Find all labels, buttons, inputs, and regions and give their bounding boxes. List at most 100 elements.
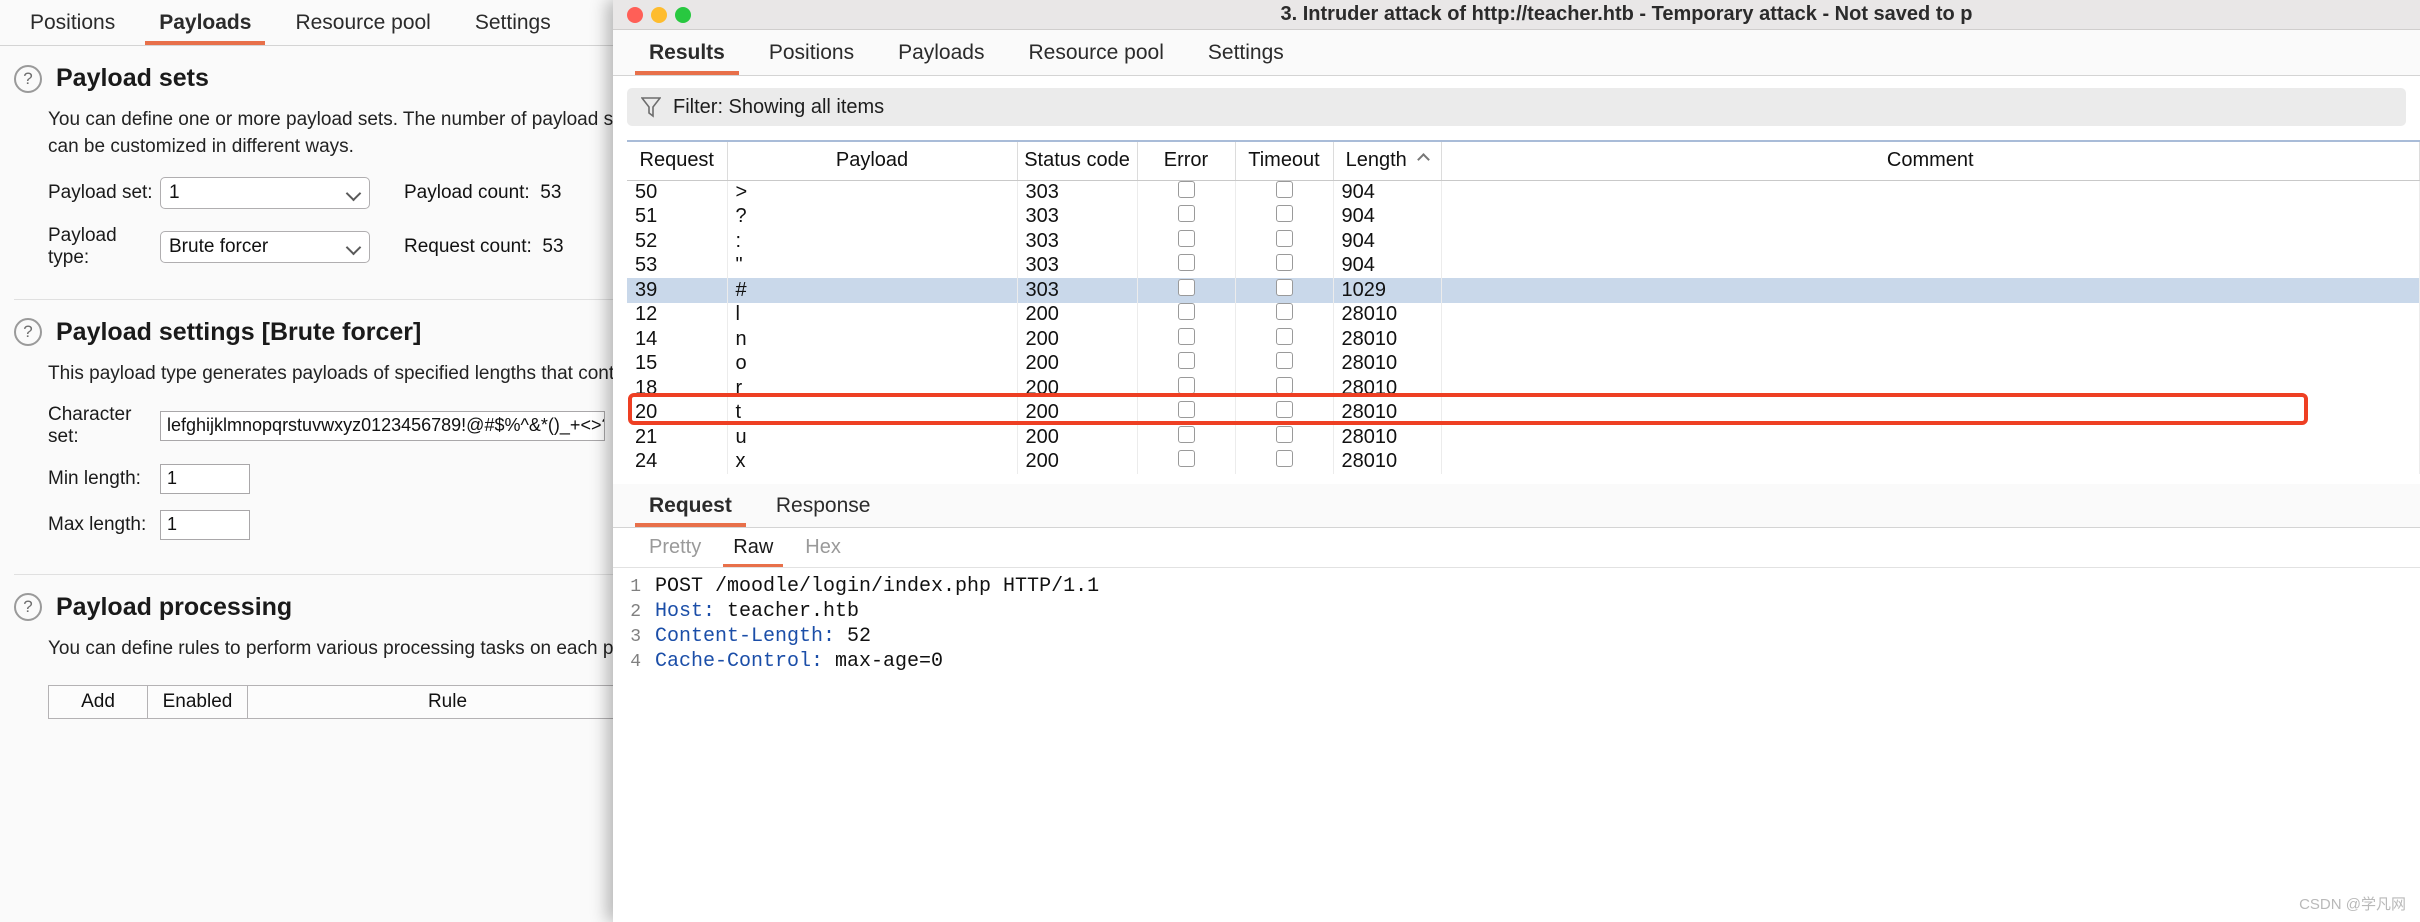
cell-comment bbox=[1441, 351, 2420, 376]
tab-response[interactable]: Response bbox=[754, 484, 893, 527]
error-checkbox[interactable] bbox=[1177, 181, 1195, 198]
timeout-checkbox[interactable] bbox=[1275, 254, 1293, 272]
rule-column-header[interactable]: Rule bbox=[248, 684, 648, 719]
table-row[interactable]: 14 n 200 28010 bbox=[627, 327, 2420, 352]
filter-bar[interactable]: Filter: Showing all items bbox=[627, 88, 2406, 126]
funnel-icon bbox=[641, 97, 661, 118]
payload-type-dropdown[interactable]: Brute forcer bbox=[160, 230, 370, 263]
error-checkbox[interactable] bbox=[1177, 254, 1195, 272]
cell-timeout bbox=[1235, 449, 1334, 474]
cell-timeout bbox=[1235, 302, 1334, 327]
table-row[interactable]: 39 #303 1029 bbox=[627, 278, 2420, 303]
request-code-viewer[interactable]: 1 POST /moodle/login/index.php HTTP/1.1 2 H… bbox=[613, 568, 2420, 674]
back-tab-payloads[interactable]: Payloads bbox=[137, 0, 273, 45]
back-tab-resource-pool[interactable]: Resource pool bbox=[273, 0, 452, 45]
column-header-comment[interactable]: Comment bbox=[1441, 142, 2420, 181]
error-checkbox[interactable] bbox=[1177, 303, 1195, 321]
error-checkbox[interactable] bbox=[1177, 450, 1195, 468]
sort-ascending-icon bbox=[1417, 153, 1431, 167]
charset-value: lefghijklmnopqrstuvwxyz0123456789!@#$%^&… bbox=[167, 415, 605, 436]
payload-type-value: Brute forcer bbox=[169, 235, 269, 257]
payload-set-dropdown[interactable]: 1 bbox=[160, 176, 370, 209]
timeout-checkbox[interactable] bbox=[1275, 205, 1293, 223]
timeout-checkbox[interactable] bbox=[1275, 278, 1293, 296]
help-icon[interactable]: ? bbox=[14, 318, 42, 347]
table-row[interactable]: 50 >303 904 bbox=[627, 180, 2420, 205]
timeout-checkbox[interactable] bbox=[1275, 327, 1293, 345]
column-header-error[interactable]: Error bbox=[1137, 142, 1236, 181]
table-row[interactable]: 15 o 200 28010 bbox=[627, 351, 2420, 376]
cell-error bbox=[1137, 449, 1236, 474]
tab-settings[interactable]: Settings bbox=[1186, 30, 1306, 75]
cell-length: 904 bbox=[1333, 204, 1442, 229]
view-tab-raw[interactable]: Raw bbox=[717, 528, 789, 567]
view-tab-hex[interactable]: Hex bbox=[789, 528, 857, 567]
column-header-timeout[interactable]: Timeout bbox=[1235, 142, 1334, 181]
timeout-checkbox[interactable] bbox=[1275, 229, 1293, 247]
tab-request[interactable]: Request bbox=[627, 484, 754, 527]
cell-status-code: 200 bbox=[1017, 327, 1138, 352]
error-checkbox[interactable] bbox=[1177, 327, 1195, 345]
table-row[interactable]: 53 " 303 904 bbox=[627, 253, 2420, 278]
cell-request: 12 bbox=[627, 302, 728, 327]
enabled-column-header[interactable]: Enabled bbox=[148, 684, 248, 719]
max-length-input[interactable]: 1 bbox=[160, 509, 250, 540]
error-checkbox[interactable] bbox=[1177, 425, 1195, 443]
table-row[interactable]: 21 u 200 28010 bbox=[627, 425, 2420, 450]
timeout-checkbox[interactable] bbox=[1275, 425, 1293, 443]
help-icon[interactable]: ? bbox=[14, 64, 42, 93]
results-table: Request Payload Status code Error Timeou… bbox=[627, 142, 2420, 474]
cell-length: 28010 bbox=[1333, 449, 1442, 474]
cell-error bbox=[1137, 180, 1236, 205]
code-text: Content-Length: 52 bbox=[655, 625, 872, 648]
table-row[interactable]: 52:303 904 bbox=[627, 229, 2420, 254]
column-header-payload[interactable]: Payload bbox=[727, 142, 1018, 181]
cell-length: 1029 bbox=[1333, 278, 1442, 303]
cell-request: 52 bbox=[627, 229, 728, 254]
table-row[interactable]: 18 r 200 28010 bbox=[627, 376, 2420, 401]
cell-comment bbox=[1441, 400, 2420, 425]
timeout-checkbox[interactable] bbox=[1275, 181, 1293, 198]
min-length-input[interactable]: 1 bbox=[160, 463, 250, 494]
charset-input[interactable]: lefghijklmnopqrstuvwxyz0123456789!@#$%^&… bbox=[160, 410, 605, 441]
table-row[interactable]: 51? 303 904 bbox=[627, 204, 2420, 229]
view-tab-pretty[interactable]: Pretty bbox=[633, 528, 717, 567]
column-header-status-code[interactable]: Status code bbox=[1017, 142, 1138, 181]
tab-positions[interactable]: Positions bbox=[747, 30, 876, 75]
cell-error bbox=[1137, 229, 1236, 254]
back-tab-settings[interactable]: Settings bbox=[453, 0, 573, 45]
add-rule-button[interactable]: Add bbox=[48, 684, 148, 719]
timeout-checkbox[interactable] bbox=[1275, 450, 1293, 468]
timeout-checkbox[interactable] bbox=[1275, 376, 1293, 394]
table-row[interactable]: 12 l 200 28010 bbox=[627, 302, 2420, 327]
help-icon[interactable]: ? bbox=[14, 593, 42, 622]
cell-status-code: 303 bbox=[1017, 253, 1138, 278]
cell-error bbox=[1137, 400, 1236, 425]
table-row[interactable]: 24 x 200 28010 bbox=[627, 449, 2420, 474]
header-key: Cache-Control: bbox=[655, 650, 824, 673]
timeout-checkbox[interactable] bbox=[1275, 303, 1293, 321]
tab-results[interactable]: Results bbox=[627, 30, 747, 75]
cell-comment bbox=[1441, 425, 2420, 450]
error-checkbox[interactable] bbox=[1177, 352, 1195, 370]
line-number: 4 bbox=[630, 651, 641, 672]
timeout-checkbox[interactable] bbox=[1275, 401, 1293, 419]
tab-payloads[interactable]: Payloads bbox=[876, 30, 1006, 75]
column-header-request[interactable]: Request bbox=[627, 142, 728, 181]
table-row[interactable]: 20 t 200 28010 bbox=[627, 400, 2420, 425]
error-checkbox[interactable] bbox=[1177, 205, 1195, 223]
cell-length: 904 bbox=[1333, 229, 1442, 254]
error-checkbox[interactable] bbox=[1177, 229, 1195, 247]
cell-request: 14 bbox=[627, 327, 728, 352]
error-checkbox[interactable] bbox=[1177, 278, 1195, 296]
back-tab-positions[interactable]: Positions bbox=[8, 0, 137, 45]
tab-resource-pool[interactable]: Resource pool bbox=[1006, 30, 1185, 75]
cell-error bbox=[1137, 278, 1236, 303]
cell-length: 28010 bbox=[1333, 425, 1442, 450]
column-header-length[interactable]: Length bbox=[1333, 142, 1442, 181]
cell-comment bbox=[1441, 180, 2420, 205]
error-checkbox[interactable] bbox=[1177, 401, 1195, 419]
timeout-checkbox[interactable] bbox=[1275, 352, 1293, 370]
cell-payload: r bbox=[727, 376, 1018, 401]
error-checkbox[interactable] bbox=[1177, 376, 1195, 394]
